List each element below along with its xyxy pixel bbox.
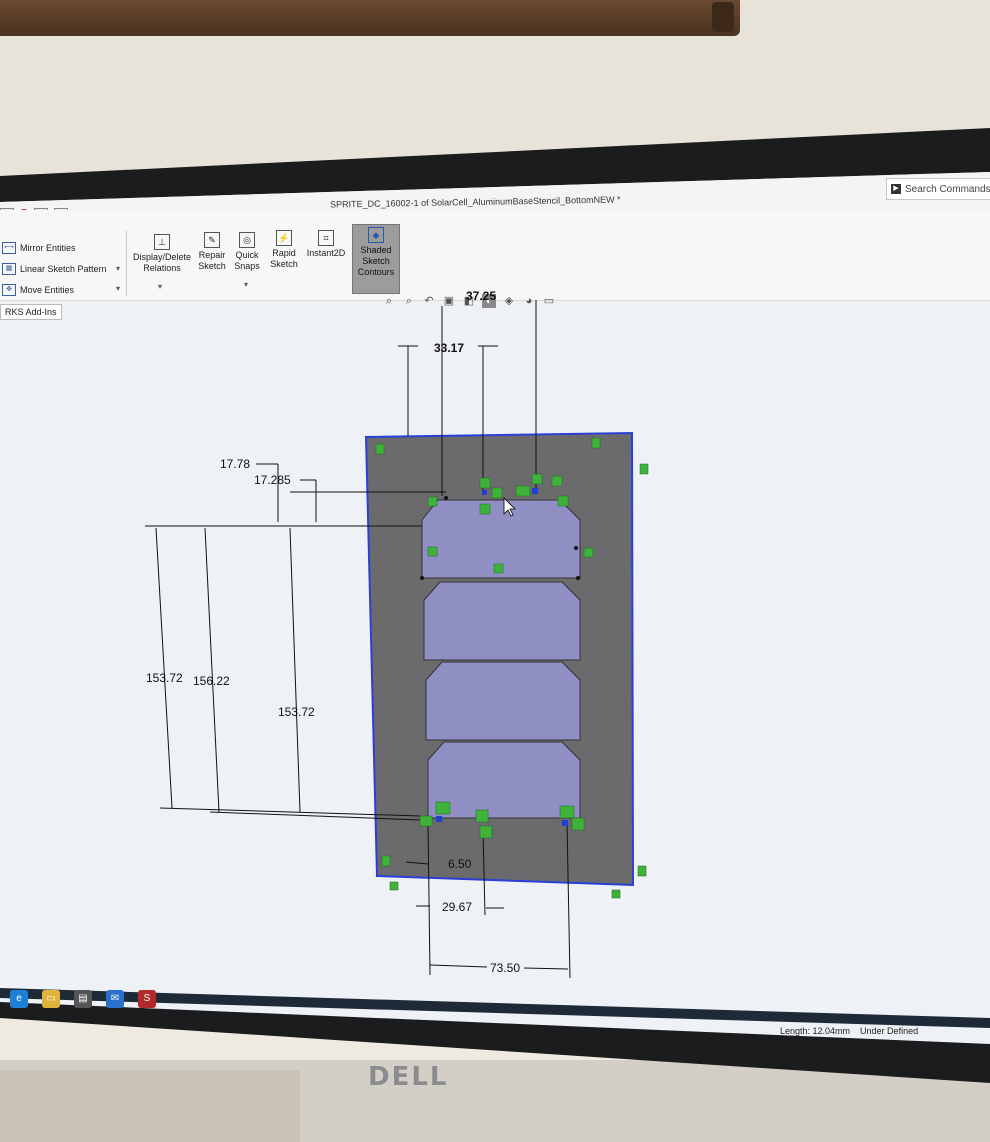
solidworks-icon[interactable]: S [138,990,156,1008]
status-length: Length: 12.04mm [780,1026,851,1036]
dim-top-width[interactable]: 33.17 [434,341,464,355]
store-icon[interactable]: ▤ [74,990,92,1008]
dim-top-partial[interactable]: 37.25 [466,289,496,303]
dim-height-1[interactable]: 153.72 [146,671,183,685]
dim-bottom-wide[interactable]: 73.50 [490,961,520,975]
sketch-canvas[interactable]: 33.17 37.25 17.78 17.285 153.72 156.22 1… [0,0,990,1142]
solar-cell-cutout-2[interactable] [423,581,581,661]
dim-bottom-small[interactable]: 6.50 [448,857,472,871]
dim-height-2[interactable]: 156.22 [193,674,230,688]
dim-bottom-mid[interactable]: 29.67 [442,900,472,914]
dim-left-small-1[interactable]: 17.78 [220,457,250,471]
status-definition: Under Defined [860,1026,919,1036]
mail-icon[interactable]: ✉ [106,990,124,1008]
file-explorer-icon[interactable]: ▭ [42,990,60,1008]
dim-left-small-2[interactable]: 17.285 [254,473,291,487]
dim-height-3[interactable]: 153.72 [278,705,315,719]
taskbar-icons: e ▭ ▤ ✉ S [10,990,156,1008]
solar-cell-cutout-4[interactable] [427,741,581,819]
edge-browser-icon[interactable]: e [10,990,28,1008]
status-bar: Length: 12.04mm Under Defined [780,1026,918,1036]
solar-cell-cutout-3[interactable] [425,661,581,741]
